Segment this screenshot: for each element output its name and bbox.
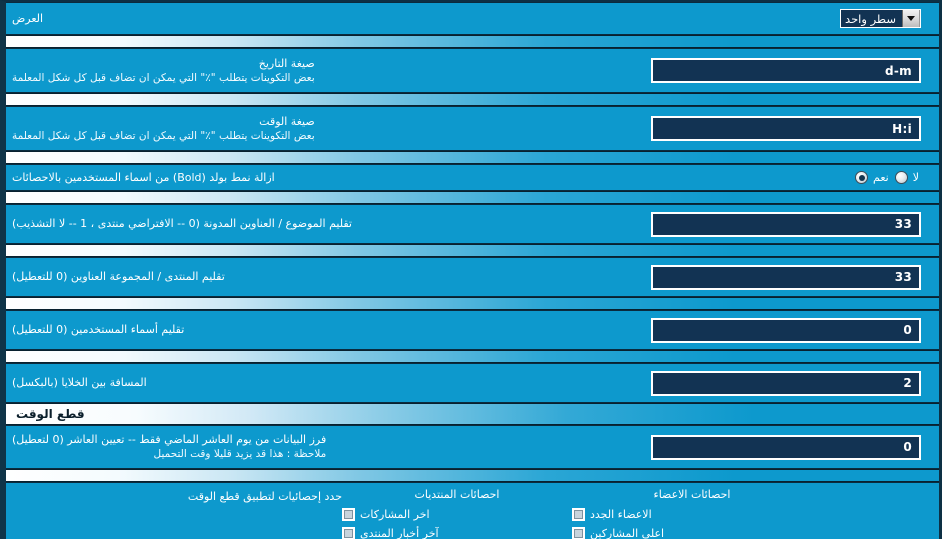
checkbox-row[interactable]: اعلى المشاركين bbox=[572, 524, 812, 539]
time-format-hint: بعض التكوينات يتطلب "٪" التي يمكن ان تضا… bbox=[12, 129, 315, 142]
time-format-row: صيغة الوقت بعض التكوينات يتطلب "٪" التي … bbox=[6, 106, 939, 151]
time-format-title: صيغة الوقت bbox=[259, 114, 315, 128]
separator-3 bbox=[6, 151, 939, 164]
bold-removal-control: نعم لا bbox=[277, 171, 931, 184]
date-format-hint: بعض التكوينات يتطلب "٪" التي يمكن ان تضا… bbox=[12, 71, 315, 84]
separator-5 bbox=[6, 244, 939, 257]
forum-stats-title: احصائات المنتديات bbox=[414, 488, 500, 501]
radio-no-label: لا bbox=[912, 171, 919, 184]
date-format-input[interactable] bbox=[651, 58, 921, 83]
stats-intro-label: حدد إحصائيات لتطبيق قطع الوقت bbox=[187, 490, 342, 503]
topic-trim-control bbox=[354, 211, 931, 237]
member-stats-column: احصائات الاعضاء الاعضاء الجدد اعلى المشا… bbox=[572, 488, 812, 539]
separator-1 bbox=[6, 35, 939, 48]
checkbox-top-posters[interactable] bbox=[572, 527, 585, 539]
member-stats-title: احصائات الاعضاء bbox=[653, 488, 731, 501]
checkbox-label: اخر المشاركات bbox=[360, 508, 430, 521]
timecut-input[interactable] bbox=[651, 434, 921, 460]
checkbox-row[interactable]: اخر المشاركات bbox=[342, 505, 572, 524]
username-trim-control bbox=[186, 317, 931, 343]
checkbox-latest-forum-news[interactable] bbox=[342, 527, 355, 539]
cell-spacing-label: المسافة بين الخلايا (بالبكسل) bbox=[12, 376, 147, 389]
forum-stats-column: احصائات المنتديات اخر المشاركات آخر أخبا… bbox=[342, 488, 572, 539]
display-row-control: سطر واحد bbox=[45, 9, 931, 28]
date-format-title: صيغة التاريخ bbox=[258, 56, 315, 70]
cell-spacing-row: المسافة بين الخلايا (بالبكسل) bbox=[6, 363, 939, 403]
radio-yes-label: نعم bbox=[873, 171, 889, 184]
time-format-control bbox=[317, 116, 931, 141]
separator-4 bbox=[6, 191, 939, 204]
timecut-section-header: قطع الوقت bbox=[6, 403, 939, 425]
radio-yes-icon[interactable] bbox=[855, 171, 869, 184]
checkbox-label: اعلى المشاركين bbox=[590, 527, 665, 539]
timecut-row: فرز البيانات من يوم العاشر الماضي فقط --… bbox=[6, 425, 939, 469]
date-format-label: صيغة التاريخ بعض التكوينات يتطلب "٪" الت… bbox=[12, 57, 317, 85]
forum-trim-control bbox=[227, 264, 931, 290]
timecut-title: فرز البيانات من يوم العاشر الماضي فقط --… bbox=[12, 433, 327, 446]
topic-trim-input[interactable] bbox=[651, 211, 921, 237]
username-trim-row: تقليم أسماء المستخدمين (0 للتعطيل) bbox=[6, 310, 939, 350]
checkbox-label: آخر أخبار المنتدى bbox=[360, 527, 439, 539]
topic-trim-row: تقليم الموضوع / العناوين المدونة (0 -- ا… bbox=[6, 204, 939, 244]
checkbox-row[interactable]: آخر أخبار المنتدى bbox=[342, 524, 572, 539]
display-row-label: العرض bbox=[12, 11, 44, 25]
radio-no-icon[interactable] bbox=[894, 171, 908, 184]
date-format-row: صيغة التاريخ بعض التكوينات يتطلب "٪" الت… bbox=[6, 48, 939, 93]
separator-8 bbox=[6, 469, 939, 482]
time-format-label: صيغة الوقت بعض التكوينات يتطلب "٪" التي … bbox=[12, 115, 317, 143]
timecut-note: ملاحظة : هذا قد يزيد قليلا وقت التحميل bbox=[153, 448, 327, 460]
checkbox-new-members[interactable] bbox=[572, 508, 585, 521]
cell-spacing-input[interactable] bbox=[651, 370, 921, 396]
radio-option-no[interactable]: لا bbox=[894, 171, 921, 184]
radio-option-yes[interactable]: نعم bbox=[855, 171, 891, 184]
timecut-label: فرز البيانات من يوم العاشر الماضي فقط --… bbox=[12, 433, 328, 461]
display-row: العرض سطر واحد bbox=[6, 2, 939, 35]
forum-trim-label: تقليم المنتدى / المجموعة العناوين (0 للت… bbox=[12, 270, 225, 283]
username-trim-input[interactable] bbox=[651, 317, 921, 343]
timecut-section-title: قطع الوقت bbox=[16, 407, 85, 421]
timecut-stats-panel: حدد إحصائيات لتطبيق قطع الوقت احصائات ال… bbox=[6, 482, 939, 539]
settings-frame: العرض سطر واحد صيغة التاريخ بعض التكوينا… bbox=[0, 0, 942, 539]
bold-removal-radio-group: نعم لا bbox=[855, 171, 921, 184]
settings-page: العرض سطر واحد صيغة التاريخ بعض التكوينا… bbox=[0, 0, 942, 539]
display-select[interactable]: سطر واحد bbox=[840, 9, 921, 28]
forum-trim-row: تقليم المنتدى / المجموعة العناوين (0 للت… bbox=[6, 257, 939, 297]
separator-6 bbox=[6, 297, 939, 310]
display-select-value: سطر واحد bbox=[845, 11, 896, 26]
bold-removal-label: ازالة نمط بولد (Bold) من اسماء المستخدمي… bbox=[12, 170, 275, 184]
separator-2 bbox=[6, 93, 939, 106]
timecut-control bbox=[328, 434, 931, 460]
checkbox-row[interactable]: الاعضاء الجدد bbox=[572, 505, 812, 524]
time-format-input[interactable] bbox=[651, 116, 921, 141]
separator-7 bbox=[6, 350, 939, 363]
date-format-control bbox=[317, 58, 931, 83]
forum-trim-input[interactable] bbox=[651, 264, 921, 290]
topic-trim-label: تقليم الموضوع / العناوين المدونة (0 -- ا… bbox=[12, 217, 352, 230]
bold-removal-row: ازالة نمط بولد (Bold) من اسماء المستخدمي… bbox=[6, 164, 939, 191]
username-trim-label: تقليم أسماء المستخدمين (0 للتعطيل) bbox=[12, 323, 185, 336]
checkbox-latest-posts[interactable] bbox=[342, 508, 355, 521]
chevron-down-icon[interactable] bbox=[902, 10, 920, 27]
checkbox-label: الاعضاء الجدد bbox=[590, 508, 652, 521]
cell-spacing-control bbox=[149, 370, 931, 396]
